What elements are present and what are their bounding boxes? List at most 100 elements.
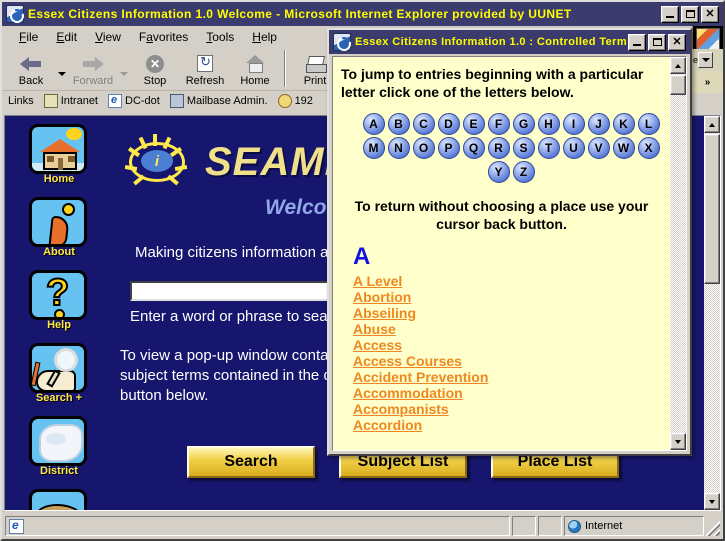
alpha-link-o[interactable]: O [412, 137, 435, 159]
alpha-link-k[interactable]: K [612, 113, 635, 135]
alpha-link-i[interactable]: I [562, 113, 585, 135]
alpha-link-u[interactable]: U [562, 137, 585, 159]
link-192[interactable]: 192 [274, 93, 317, 108]
term-link[interactable]: Accordion [353, 417, 662, 433]
county-map-icon [29, 416, 87, 466]
link-intranet-label: Intranet [60, 94, 98, 107]
main-title-bar[interactable]: Essex Citizens Information 1.0 Welcome -… [2, 2, 723, 26]
sidebar-item-about[interactable]: About [23, 195, 95, 262]
link-intranet[interactable]: Intranet [40, 93, 102, 108]
network-computer-icon [169, 93, 184, 108]
term-link[interactable]: Accompanists [353, 401, 662, 417]
alpha-link-w[interactable]: W [612, 137, 635, 159]
address-dropdown-button[interactable] [698, 52, 714, 68]
alpha-link-m[interactable]: M [362, 137, 385, 159]
address-bar-stub[interactable]: e [692, 49, 723, 71]
link-dc-dot[interactable]: DC-dot [104, 93, 164, 108]
resize-grip[interactable] [706, 516, 720, 536]
scroll-up-button[interactable] [704, 116, 720, 133]
sidebar-item-home[interactable]: Home [23, 122, 95, 189]
links-overflow-button[interactable]: » [692, 71, 723, 93]
term-link[interactable]: Access [353, 337, 662, 353]
stop-icon: ✕ [146, 53, 164, 75]
alpha-link-q[interactable]: Q [462, 137, 485, 159]
alpha-link-n[interactable]: N [387, 137, 410, 159]
alpha-link-f[interactable]: F [487, 113, 510, 135]
search-button[interactable]: Search [187, 446, 315, 478]
popup-maximize-button[interactable] [648, 33, 666, 51]
ie-page-icon [9, 518, 24, 534]
popup-scrollbar-trough[interactable] [670, 74, 686, 433]
minimize-button[interactable] [661, 5, 679, 23]
search-input[interactable] [130, 281, 340, 301]
term-link[interactable]: A Level [353, 273, 662, 289]
popup-scroll-down-button[interactable] [670, 433, 686, 450]
alpha-link-p[interactable]: P [437, 137, 460, 159]
alpha-link-v[interactable]: V [587, 137, 610, 159]
alpha-link-t[interactable]: T [537, 137, 560, 159]
scrollbar-thumb[interactable] [704, 134, 720, 284]
term-link[interactable]: Abortion [353, 289, 662, 305]
term-link[interactable]: Abuse [353, 321, 662, 337]
forward-dropdown[interactable] [118, 47, 130, 90]
popup-content-area: To jump to entries beginning with a part… [332, 56, 687, 451]
forward-arrow-icon [82, 53, 104, 75]
popup-minimize-button[interactable] [628, 33, 646, 51]
menu-file[interactable]: File [10, 28, 47, 46]
page-vertical-scrollbar[interactable] [704, 116, 720, 510]
ie-document-icon [108, 93, 122, 108]
alpha-link-c[interactable]: C [412, 113, 435, 135]
menu-edit[interactable]: Edit [47, 28, 86, 46]
menu-view[interactable]: View [86, 28, 130, 46]
alphabet-row-3: Y Z [341, 161, 670, 183]
current-letter-heading: A [353, 243, 371, 270]
sidebar-item-search-plus-label: Search + [35, 392, 83, 404]
term-link[interactable]: Access Courses [353, 353, 662, 369]
link-mailbase-admin[interactable]: Mailbase Admin. [166, 93, 272, 108]
alpha-link-g[interactable]: G [512, 113, 535, 135]
menu-favorites[interactable]: Favorites [130, 28, 197, 46]
popup-window-controls: ✕ [628, 33, 688, 51]
popup-close-button[interactable]: ✕ [668, 33, 686, 51]
alpha-link-z[interactable]: Z [512, 161, 535, 183]
close-button[interactable]: ✕ [701, 5, 719, 23]
sidebar-item-help[interactable]: ? Help [23, 268, 95, 335]
home-button[interactable]: Home [230, 47, 280, 90]
term-link[interactable]: Accommodation [353, 385, 662, 401]
alpha-link-y[interactable]: Y [487, 161, 510, 183]
maximize-button[interactable] [681, 5, 699, 23]
alpha-link-s[interactable]: S [512, 137, 535, 159]
alpha-link-r[interactable]: R [487, 137, 510, 159]
alpha-link-a[interactable]: A [362, 113, 385, 135]
menu-help[interactable]: Help [243, 28, 286, 46]
popup-scroll-up-button[interactable] [670, 57, 686, 74]
alpha-link-b[interactable]: B [387, 113, 410, 135]
alpha-link-x[interactable]: X [637, 137, 660, 159]
alpha-link-l[interactable]: L [637, 113, 660, 135]
alpha-link-j[interactable]: J [587, 113, 610, 135]
term-link[interactable]: Abseiling [353, 305, 662, 321]
status-zone-panel: Internet [564, 516, 704, 536]
alpha-link-e[interactable]: E [462, 113, 485, 135]
controlled-term-popup-window: Essex Citizens Information 1.0 : Control… [327, 28, 692, 456]
popup-title-bar[interactable]: Essex Citizens Information 1.0 : Control… [329, 30, 690, 54]
link-dc-dot-label: DC-dot [125, 94, 160, 107]
sidebar-item-district[interactable]: District [23, 414, 95, 481]
term-link[interactable]: Accident Prevention [353, 369, 662, 385]
forward-button[interactable]: Forward [68, 47, 118, 90]
window-controls: ✕ [661, 5, 721, 23]
sidebar-item-landscape[interactable] [23, 487, 95, 510]
landscape-icon [29, 489, 87, 510]
back-button[interactable]: Back [6, 47, 56, 90]
alpha-link-h[interactable]: H [537, 113, 560, 135]
alpha-link-d[interactable]: D [437, 113, 460, 135]
popup-scrollbar-thumb[interactable] [670, 75, 686, 95]
popup-vertical-scrollbar[interactable] [670, 57, 686, 450]
menu-tools[interactable]: Tools [197, 28, 243, 46]
refresh-button[interactable]: Refresh [180, 47, 230, 90]
sidebar-item-search-plus[interactable]: Search + [23, 341, 95, 408]
back-dropdown[interactable] [56, 47, 68, 90]
menu-edit-rest: dit [64, 29, 78, 44]
scroll-down-button[interactable] [704, 493, 720, 510]
stop-button[interactable]: ✕ Stop [130, 47, 180, 90]
